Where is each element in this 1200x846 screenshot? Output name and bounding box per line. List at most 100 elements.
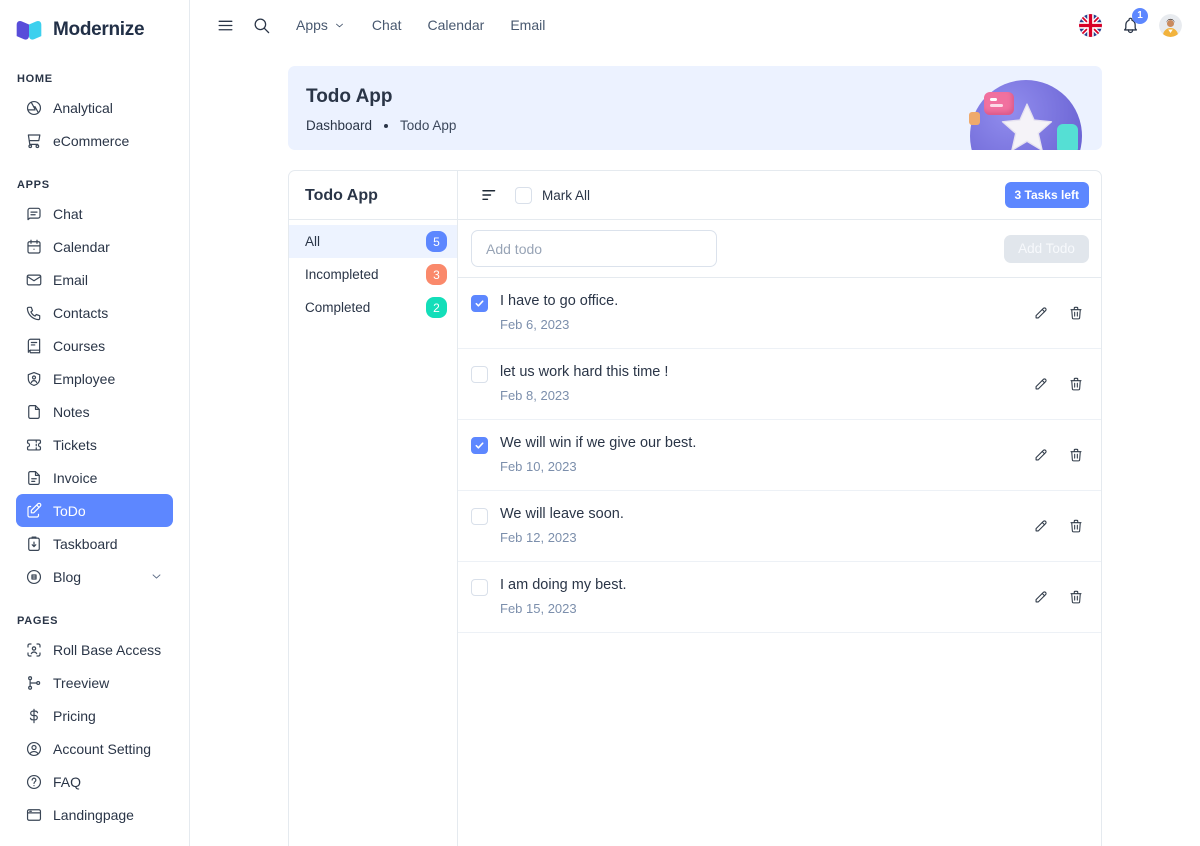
sidebar-item-employee[interactable]: Employee [16, 362, 173, 395]
search-icon[interactable] [247, 11, 275, 39]
sidebar-item-ecommerce[interactable]: eCommerce [16, 124, 173, 157]
todo-tab-incompleted[interactable]: Incompleted3 [289, 258, 457, 291]
todo-tab-label: All [305, 234, 320, 249]
sidebar-item-label: Treeview [53, 675, 109, 691]
blog-icon [25, 568, 43, 586]
edit-icon [25, 502, 43, 520]
nav-link-label: Email [510, 17, 545, 33]
todo-checkbox[interactable] [471, 579, 488, 596]
todo-checkbox[interactable] [471, 437, 488, 454]
todo-toolbar: Mark All 3 Tasks left [458, 171, 1101, 220]
avatar[interactable] [1159, 14, 1182, 37]
sidebar-item-analytical[interactable]: Analytical [16, 91, 173, 124]
todo-item-text: I have to go office. Feb 6, 2023 [500, 293, 618, 348]
brand-logo[interactable]: Modernize [0, 0, 189, 45]
pencil-icon[interactable] [1033, 589, 1049, 605]
trash-icon[interactable] [1068, 376, 1084, 392]
invoice-icon [25, 469, 43, 487]
sidebar-item-account-setting[interactable]: Account Setting [16, 732, 173, 765]
todo-panel-title: Todo App [289, 171, 457, 220]
sidebar-section: HOMEAnalyticaleCommerce [16, 73, 173, 157]
todo-item-text: I am doing my best.Feb 15, 2023 [500, 577, 627, 632]
sidebar-item-label: Tickets [53, 437, 97, 453]
trash-icon[interactable] [1068, 518, 1084, 534]
sidebar-item-email[interactable]: Email [16, 263, 173, 296]
sidebar-item-label: Calendar [53, 239, 110, 255]
todo-item-date: Feb 6, 2023 [500, 317, 618, 332]
sidebar-item-treeview[interactable]: Treeview [16, 666, 173, 699]
pencil-icon[interactable] [1033, 376, 1049, 392]
pencil-icon[interactable] [1033, 305, 1049, 321]
sidebar-item-label: Contacts [53, 305, 108, 321]
sidebar-item-label: FAQ [53, 774, 81, 790]
todo-tab-all[interactable]: All5 [289, 225, 457, 258]
add-todo-button[interactable]: Add Todo [1004, 235, 1089, 263]
sidebar-item-courses[interactable]: Courses [16, 329, 173, 362]
breadcrumb: Dashboard Todo App [288, 108, 1102, 133]
todo-item-title: let us work hard this time ! [500, 364, 668, 380]
user-circle-icon [25, 740, 43, 758]
todo-tab-completed[interactable]: Completed2 [289, 291, 457, 324]
uk-flag-icon[interactable] [1079, 14, 1102, 37]
todo-tab-label: Incompleted [305, 267, 379, 282]
todo-checkbox[interactable] [471, 508, 488, 525]
todo-item-title: We will leave soon. [500, 506, 624, 522]
todo-item-title: I have to go office. [500, 293, 618, 309]
menu-icon[interactable] [211, 11, 239, 39]
dollar-icon [25, 707, 43, 725]
nav-link-calendar[interactable]: Calendar [415, 17, 498, 33]
trash-icon[interactable] [1068, 589, 1084, 605]
sidebar-item-label: Invoice [53, 470, 97, 486]
sidebar-item-label: eCommerce [53, 133, 129, 149]
nav-link-chat[interactable]: Chat [359, 17, 415, 33]
mark-all-checkbox[interactable] [515, 187, 532, 204]
sidebar-item-calendar[interactable]: Calendar [16, 230, 173, 263]
todo-checkbox[interactable] [471, 295, 488, 312]
sidebar-section: PAGESRoll Base AccessTreeviewPricingAcco… [16, 615, 173, 831]
todo-tab-label: Completed [305, 300, 370, 315]
shield-icon [25, 370, 43, 388]
sidebar-item-pricing[interactable]: Pricing [16, 699, 173, 732]
help-icon [25, 773, 43, 791]
cart-icon [25, 132, 43, 150]
tree-icon [25, 674, 43, 692]
pencil-icon[interactable] [1033, 518, 1049, 534]
todo-item-row: We will leave soon. Feb 12, 2023 [458, 491, 1101, 562]
bell-icon[interactable]: 1 [1121, 16, 1140, 35]
sidebar-item-roll-base-access[interactable]: Roll Base Access [16, 633, 173, 666]
sidebar-item-label: Pricing [53, 708, 96, 724]
sidebar-item-landingpage[interactable]: Landingpage [16, 798, 173, 831]
nav-link-label: Chat [372, 17, 402, 33]
sidebar-item-invoice[interactable]: Invoice [16, 461, 173, 494]
aperture-icon [25, 99, 43, 117]
todo-item-actions [1033, 589, 1101, 605]
todo-item-date: Feb 12, 2023 [500, 530, 624, 545]
sidebar-item-chat[interactable]: Chat [16, 197, 173, 230]
sidebar-item-blog[interactable]: Blog [16, 560, 173, 593]
sidebar-item-label: Blog [53, 569, 81, 585]
sidebar-item-label: Roll Base Access [53, 642, 161, 658]
sidebar-item-taskboard[interactable]: Taskboard [16, 527, 173, 560]
nav-link-apps[interactable]: Apps [283, 17, 359, 33]
trash-icon[interactable] [1068, 305, 1084, 321]
breadcrumb-dashboard[interactable]: Dashboard [306, 118, 372, 133]
sidebar-item-label: Analytical [53, 100, 113, 116]
todo-checkbox[interactable] [471, 366, 488, 383]
todo-item-row: We will win if we give our best.Feb 10, … [458, 420, 1101, 491]
sidebar-item-label: Email [53, 272, 88, 288]
add-todo-input[interactable] [471, 230, 717, 267]
sidebar-item-faq[interactable]: FAQ [16, 765, 173, 798]
sidebar-item-contacts[interactable]: Contacts [16, 296, 173, 329]
nav-link-email[interactable]: Email [497, 17, 558, 33]
filter-icon[interactable] [480, 186, 498, 204]
pencil-icon[interactable] [1033, 447, 1049, 463]
add-todo-row: Add Todo [458, 220, 1101, 278]
sidebar: Modernize HOMEAnalyticaleCommerceAPPSCha… [0, 0, 190, 846]
sidebar-item-todo[interactable]: ToDo [16, 494, 173, 527]
trash-icon[interactable] [1068, 447, 1084, 463]
todo-item-actions [1033, 518, 1101, 534]
calendar-icon [25, 238, 43, 256]
user-scan-icon [25, 641, 43, 659]
sidebar-item-tickets[interactable]: Tickets [16, 428, 173, 461]
sidebar-item-notes[interactable]: Notes [16, 395, 173, 428]
